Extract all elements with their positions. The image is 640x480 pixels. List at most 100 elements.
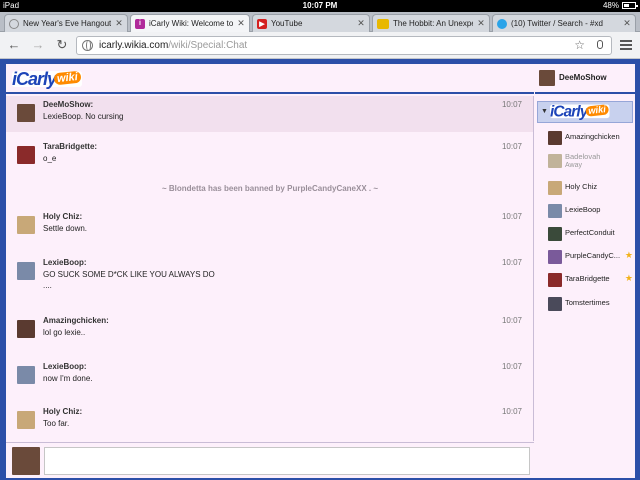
avatar[interactable] — [17, 216, 35, 234]
message-author[interactable]: TaraBridgette: — [43, 142, 97, 151]
user-list-item[interactable]: Holy Chiz — [535, 178, 635, 200]
message-item: Holy Chiz: Too far. 10:07 — [6, 403, 533, 439]
message-item: LexieBoop: now I'm done. 10:07 — [6, 358, 533, 394]
tab-title: iCarly Wiki: Welcome to t — [149, 19, 233, 28]
message-text: Too far. — [43, 419, 70, 428]
tab-strip: New Year's Eve Hangout ✕ i iCarly Wiki: … — [0, 12, 640, 32]
collapse-arrow-icon[interactable]: ▼ — [541, 108, 548, 115]
user-name: Holy Chiz — [565, 182, 598, 191]
user-name: LexieBoop — [565, 205, 601, 214]
tab-title: The Hobbit: An Unexpect — [393, 19, 473, 28]
message-composer — [6, 442, 534, 478]
avatar[interactable] — [17, 262, 35, 280]
message-time: 10:07 — [501, 362, 522, 371]
logo-text: iCarly — [550, 102, 588, 120]
message-time: 10:07 — [501, 407, 522, 416]
microphone-icon[interactable] — [597, 40, 603, 49]
user-name: PerfectConduit — [565, 228, 615, 237]
message-time: 10:07 — [501, 142, 522, 151]
imdb-icon — [377, 18, 389, 29]
avatar — [548, 250, 562, 264]
avatar — [548, 154, 562, 168]
wiki-room-header[interactable]: ▼ iCarly wiki — [537, 101, 633, 123]
current-user-name: DeeMoShow — [559, 73, 607, 82]
logo-text: iCarly — [12, 69, 57, 89]
message-text: GO SUCK SOME D*CK LIKE YOU ALWAYS DO ...… — [43, 270, 215, 290]
avatar — [548, 204, 562, 218]
user-name: PurpleCandyC... — [565, 251, 621, 260]
moderator-star-icon: ★ — [624, 273, 633, 283]
message-text: o_e — [43, 154, 57, 163]
avatar[interactable] — [17, 146, 35, 164]
message-time: 10:07 — [501, 258, 522, 267]
user-list-item[interactable]: PerfectConduit — [535, 224, 635, 246]
avatar — [548, 131, 562, 145]
message-item: Holy Chiz: Settle down. 10:07 — [6, 208, 533, 244]
user-list-item[interactable]: Amazingchicken — [535, 128, 635, 150]
avatar[interactable] — [17, 320, 35, 338]
message-author[interactable]: LexieBoop: — [43, 258, 87, 267]
globe-icon — [9, 18, 19, 29]
user-list-item[interactable]: PurpleCandyC... ★ — [535, 247, 635, 269]
avatar — [548, 181, 562, 195]
user-list-item[interactable]: Badelovah Away — [535, 151, 635, 177]
current-user[interactable]: DeeMoShow — [535, 64, 635, 94]
user-list-item[interactable]: LexieBoop — [535, 201, 635, 223]
message-item: TaraBridgette: o_e 10:07 — [6, 138, 533, 174]
close-icon[interactable]: ✕ — [623, 18, 631, 29]
close-icon[interactable]: ✕ — [477, 18, 485, 29]
icarly-wiki-logo: iCarly wiki — [550, 102, 611, 121]
message-list: DeeMoShow: LexieBoop. No cursing 10:07 T… — [6, 96, 534, 441]
bookmark-star-icon[interactable]: ☆ — [574, 38, 585, 52]
message-author[interactable]: DeeMoShow: — [43, 100, 93, 109]
tab-title: New Year's Eve Hangout — [23, 19, 111, 28]
user-list-item[interactable]: Tomstertimes — [535, 294, 635, 316]
message-item: DeeMoShow: LexieBoop. No cursing 10:07 — [6, 96, 533, 132]
tab-twitter[interactable]: (10) Twitter / Search - #xd ✕ — [492, 14, 636, 32]
close-icon[interactable]: ✕ — [357, 18, 365, 29]
close-icon[interactable]: ✕ — [115, 18, 123, 29]
tab-icarly-wiki[interactable]: i iCarly Wiki: Welcome to t ✕ — [130, 14, 250, 32]
message-time: 10:07 — [501, 212, 522, 221]
icarly-wiki-logo[interactable]: iCarly wiki — [12, 68, 84, 90]
back-button[interactable]: ← — [6, 37, 22, 53]
message-author[interactable]: Holy Chiz: — [43, 212, 82, 221]
message-author[interactable]: Amazingchicken: — [43, 316, 109, 325]
message-time: 10:07 — [501, 100, 522, 109]
close-icon[interactable]: ✕ — [237, 18, 245, 29]
avatar — [12, 447, 40, 475]
tab-title: YouTube — [271, 19, 303, 28]
avatar[interactable] — [17, 104, 35, 122]
message-author[interactable]: LexieBoop: — [43, 362, 87, 371]
menu-icon[interactable] — [620, 40, 632, 51]
globe-icon — [82, 40, 93, 51]
avatar — [539, 70, 555, 86]
ios-status-bar: iPad 10:07 PM 48% — [0, 0, 640, 12]
avatar[interactable] — [17, 366, 35, 384]
message-item: Amazingchicken: lol go lexie.. 10:07 — [6, 312, 533, 348]
tab-hobbit[interactable]: The Hobbit: An Unexpect ✕ — [372, 14, 490, 32]
message-item: LexieBoop: GO SUCK SOME D*CK LIKE YOU AL… — [6, 254, 533, 302]
avatar[interactable] — [17, 411, 35, 429]
message-text: now I'm done. — [43, 374, 93, 383]
user-list-item[interactable]: TaraBridgette ★ — [535, 270, 635, 292]
user-name: TaraBridgette — [565, 274, 610, 283]
icarly-wiki-icon: i — [135, 18, 145, 29]
message-author[interactable]: Holy Chiz: — [43, 407, 82, 416]
message-input[interactable] — [44, 447, 530, 475]
message-time: 10:07 — [501, 316, 522, 325]
forward-button[interactable]: → — [30, 37, 46, 53]
battery-indicator: 48% — [603, 1, 638, 10]
avatar — [548, 227, 562, 241]
tab-youtube[interactable]: ▶ YouTube ✕ — [252, 14, 370, 32]
clock: 10:07 PM — [302, 1, 338, 10]
address-bar[interactable]: icarly.wikia.com/wiki/Special:Chat ☆ — [76, 36, 612, 55]
user-list: DeeMoShow ▼ iCarly wiki Amazingchicken B… — [535, 64, 635, 478]
tab-hangout[interactable]: New Year's Eve Hangout ✕ — [4, 14, 128, 32]
reload-button[interactable]: ↻ — [54, 37, 70, 53]
youtube-icon: ▶ — [257, 18, 267, 29]
url-text[interactable]: icarly.wikia.com/wiki/Special:Chat — [99, 40, 247, 51]
url-path: /wiki/Special:Chat — [168, 40, 248, 51]
ban-notice: ~ Blondetta has been banned by PurpleCan… — [161, 184, 379, 193]
user-name: Tomstertimes — [565, 298, 610, 307]
